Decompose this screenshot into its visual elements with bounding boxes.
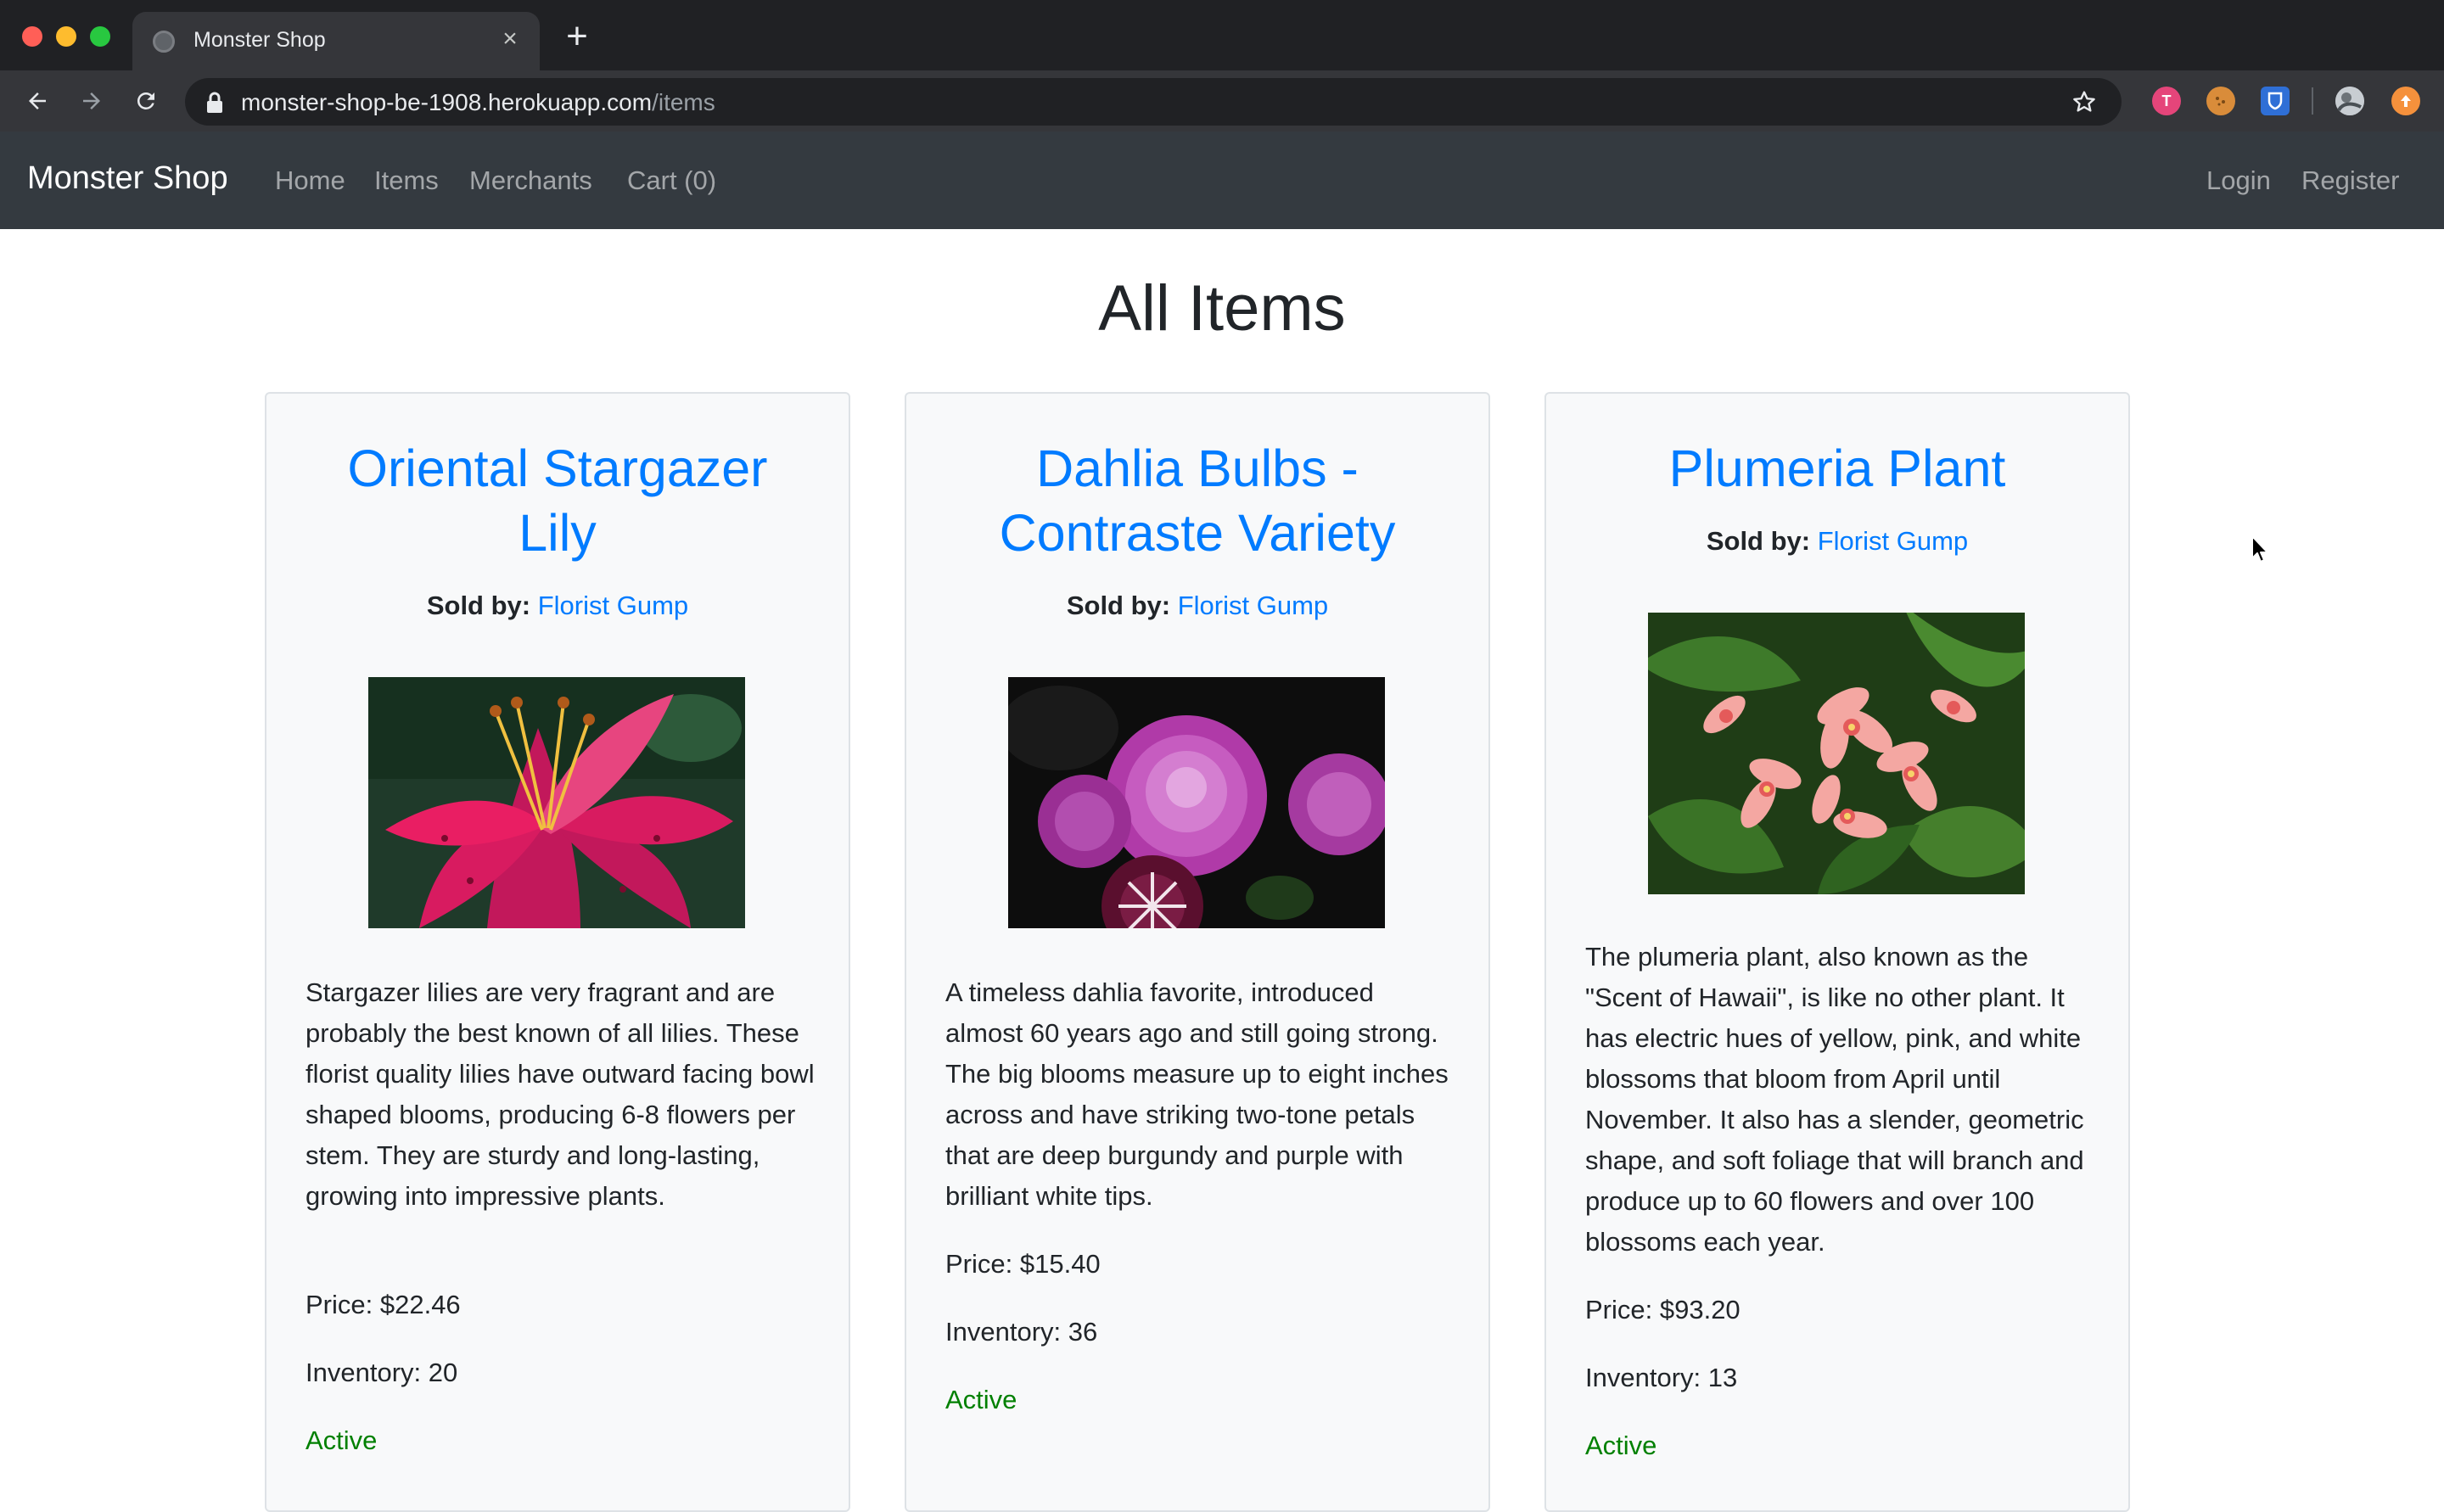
address-bar[interactable]: monster-shop-be-1908.herokuapp.com/items bbox=[185, 78, 2122, 126]
item-description: The plumeria plant, also known as the "S… bbox=[1585, 942, 2084, 1257]
sold-by-label: Sold by: bbox=[1066, 591, 1171, 620]
item-name-link[interactable]: Plumeria Plant bbox=[1546, 436, 2128, 501]
url-text: monster-shop-be-1908.herokuapp.com/items bbox=[241, 89, 715, 116]
globe-icon bbox=[153, 31, 175, 53]
nav-link-login[interactable]: Login bbox=[2206, 165, 2271, 196]
reload-icon[interactable] bbox=[129, 84, 163, 118]
browser-toolbar: monster-shop-be-1908.herokuapp.com/items… bbox=[0, 70, 2444, 132]
extension-cookie-icon[interactable] bbox=[2206, 87, 2235, 115]
sold-by: Sold by: Florist Gump bbox=[906, 591, 1488, 621]
nav-link-home[interactable]: Home bbox=[275, 165, 345, 196]
item-status: Active bbox=[1585, 1431, 1657, 1460]
tab-title: Monster Shop bbox=[193, 28, 326, 52]
item-description: A timeless dahlia favorite, introduced a… bbox=[945, 977, 1449, 1211]
browser-titlebar: Monster Shop × + bbox=[0, 0, 2444, 70]
item-status: Active bbox=[945, 1385, 1017, 1414]
purple-dahlia-photo[interactable] bbox=[1008, 677, 1385, 928]
extension-t-icon[interactable]: T bbox=[2152, 87, 2181, 115]
close-tab-icon[interactable]: × bbox=[496, 25, 524, 53]
sold-by: Sold by: Florist Gump bbox=[1546, 526, 2128, 557]
nav-link-items[interactable]: Items bbox=[374, 165, 439, 196]
merchant-link[interactable]: Florist Gump bbox=[1178, 591, 1328, 620]
item-name-line: Plumeria Plant bbox=[1668, 440, 2006, 497]
forward-icon[interactable] bbox=[75, 84, 109, 118]
mouse-cursor-icon bbox=[2251, 535, 2268, 563]
site-navbar: Monster Shop Home Items Merchants Cart (… bbox=[0, 132, 2444, 229]
url-path: /items bbox=[652, 89, 715, 115]
item-name-line: Dahlia Bulbs - bbox=[1036, 440, 1359, 497]
update-icon[interactable] bbox=[2391, 87, 2420, 115]
pink-lily-photo[interactable] bbox=[368, 677, 745, 928]
bookmark-star-icon[interactable] bbox=[2071, 88, 2098, 115]
item-card: Dahlia Bulbs - Contraste Variety Sold by… bbox=[905, 392, 1490, 1512]
item-card: Plumeria Plant Sold by: Florist Gump The… bbox=[1544, 392, 2130, 1512]
merchant-link[interactable]: Florist Gump bbox=[1818, 526, 1968, 556]
nav-link-merchants[interactable]: Merchants bbox=[469, 165, 592, 196]
item-price: Price: $22.46 bbox=[306, 1290, 461, 1319]
page-title: All Items bbox=[1098, 272, 1346, 344]
item-price: Price: $93.20 bbox=[1585, 1295, 1741, 1324]
item-name-line: Contraste Variety bbox=[999, 504, 1396, 562]
minimize-window-button[interactable] bbox=[56, 26, 76, 47]
profile-avatar-icon[interactable] bbox=[2335, 87, 2364, 115]
item-name-line: Lily bbox=[519, 504, 597, 562]
nav-link-cart[interactable]: Cart (0) bbox=[627, 165, 716, 196]
toolbar-separator bbox=[2312, 87, 2313, 115]
sold-by: Sold by: Florist Gump bbox=[266, 591, 849, 621]
url-host: monster-shop-be-1908.herokuapp.com bbox=[241, 89, 653, 115]
nav-link-register[interactable]: Register bbox=[2301, 165, 2399, 196]
new-tab-button[interactable]: + bbox=[560, 18, 594, 55]
item-inventory: Inventory: 20 bbox=[306, 1358, 458, 1387]
merchant-link[interactable]: Florist Gump bbox=[538, 591, 688, 620]
close-window-button[interactable] bbox=[22, 26, 42, 47]
browser-tab[interactable]: Monster Shop × bbox=[132, 12, 540, 70]
item-name-link[interactable]: Oriental Stargazer Lily bbox=[266, 436, 849, 565]
extension-shield-icon[interactable] bbox=[2261, 87, 2290, 115]
item-status: Active bbox=[306, 1425, 378, 1455]
brand-link[interactable]: Monster Shop bbox=[27, 160, 228, 197]
maximize-window-button[interactable] bbox=[90, 26, 110, 47]
back-icon[interactable] bbox=[20, 84, 54, 118]
item-card: Oriental Stargazer Lily Sold by: Florist… bbox=[265, 392, 850, 1512]
item-price: Price: $15.40 bbox=[945, 1249, 1101, 1279]
item-name-line: Oriental Stargazer bbox=[347, 440, 768, 497]
plumeria-flowers-photo[interactable] bbox=[1648, 613, 2025, 894]
item-description: Stargazer lilies are very fragrant and a… bbox=[306, 977, 815, 1211]
lock-icon bbox=[207, 92, 222, 113]
item-inventory: Inventory: 13 bbox=[1585, 1363, 1738, 1392]
item-name-link[interactable]: Dahlia Bulbs - Contraste Variety bbox=[906, 436, 1488, 565]
sold-by-label: Sold by: bbox=[1706, 526, 1811, 556]
sold-by-label: Sold by: bbox=[426, 591, 531, 620]
item-inventory: Inventory: 36 bbox=[945, 1317, 1098, 1347]
